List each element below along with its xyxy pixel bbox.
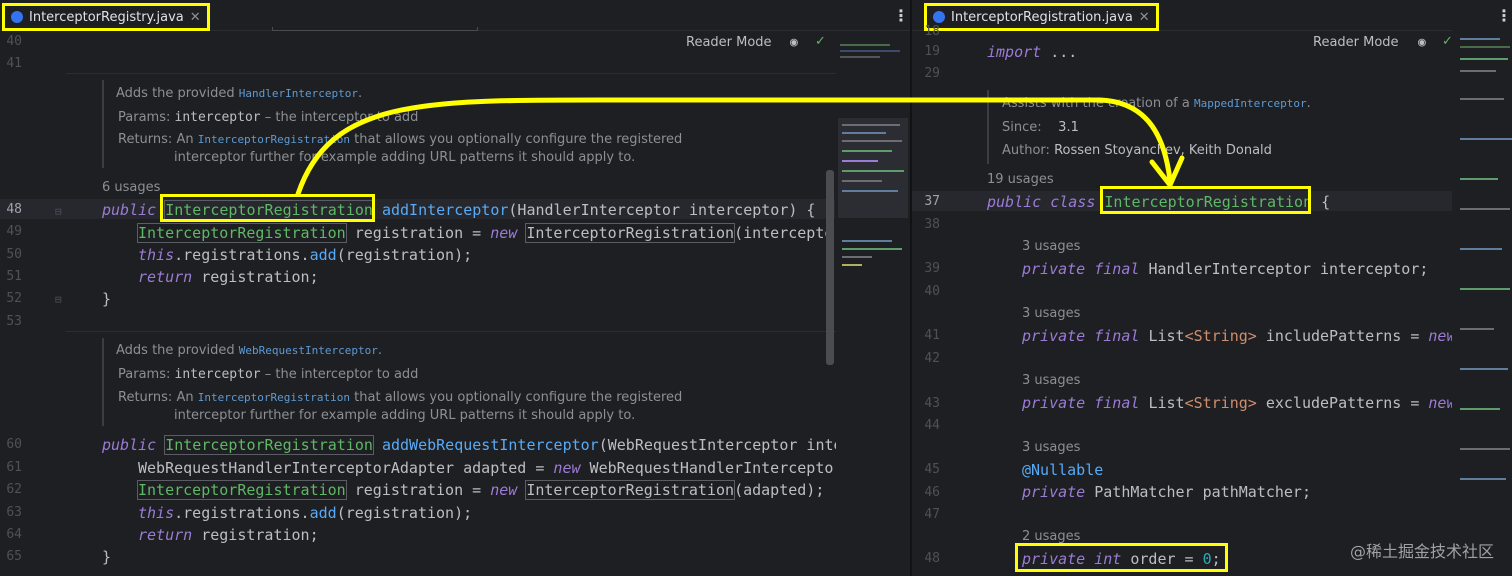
line-number: 61 xyxy=(6,460,22,475)
usages-hint[interactable]: 6 usages xyxy=(102,180,160,195)
doc-separator xyxy=(66,73,836,74)
line-number: 41 xyxy=(6,56,22,71)
line-number: 44 xyxy=(924,418,940,433)
line-number: 63 xyxy=(6,505,22,520)
code-line-51: return registration; xyxy=(138,268,319,286)
vertical-scrollbar[interactable] xyxy=(826,170,834,365)
tab-label: InterceptorRegistration.java xyxy=(951,9,1133,25)
tab-label: InterceptorRegistry.java xyxy=(29,9,184,25)
line-number: 48 xyxy=(6,202,22,217)
line-number: 42 xyxy=(924,351,940,366)
code-line-43: private final List<String> excludePatter… xyxy=(1022,394,1474,412)
close-icon[interactable]: ✕ xyxy=(190,10,201,25)
left-editor-pane: InterceptorRegistry.java ✕ ⋮ Reader Mode… xyxy=(0,0,910,576)
right-editor-pane: InterceptorRegistration.java ✕ ⋮ Reader … xyxy=(912,0,1512,576)
line-number: 49 xyxy=(6,224,22,239)
more-options-icon[interactable]: ⋮ xyxy=(1496,6,1512,25)
line-number: 43 xyxy=(924,396,940,411)
java-file-icon xyxy=(11,11,23,23)
minimap[interactable] xyxy=(1452,28,1512,576)
line-number: 40 xyxy=(924,284,940,299)
doc-params: Params: interceptor – the interceptor to… xyxy=(118,110,419,125)
tab-interceptor-registration[interactable]: InterceptorRegistration.java ✕ xyxy=(924,3,1159,31)
reader-mode-toggle[interactable]: Reader Mode xyxy=(1313,35,1399,50)
code-line-65: } xyxy=(102,548,112,566)
usages-hint[interactable]: 2 usages xyxy=(1022,529,1080,544)
code-line-63: this.registrations.add(registration); xyxy=(138,504,473,522)
doc-separator xyxy=(66,331,836,332)
code-line-62: InterceptorRegistration registration = n… xyxy=(137,480,825,500)
line-number: 45 xyxy=(924,462,940,477)
doc-returns: Returns: An InterceptorRegistration that… xyxy=(118,132,683,147)
highlight-order-field xyxy=(1015,543,1228,572)
line-number: 38 xyxy=(924,217,940,232)
doc-params: Params: interceptor – the interceptor to… xyxy=(118,367,419,382)
right-tab-bar: InterceptorRegistration.java ✕ ⋮ xyxy=(912,0,1512,31)
code-line-61: WebRequestHandlerInterceptorAdapter adap… xyxy=(138,459,843,477)
doc-returns: Returns: An InterceptorRegistration that… xyxy=(118,390,683,405)
eye-off-icon[interactable]: ◉ xyxy=(1418,35,1426,50)
doc-summary: Assists with the creation of a MappedInt… xyxy=(1002,96,1311,111)
code-line-41: private final List<String> includePatter… xyxy=(1022,327,1474,345)
doc-since: Since: 3.1 xyxy=(1002,120,1079,135)
usages-hint[interactable]: 3 usages xyxy=(1022,440,1080,455)
code-line-52: } xyxy=(102,290,112,308)
code-line-60: public InterceptorRegistration addWebReq… xyxy=(102,435,843,455)
doc-border xyxy=(102,338,104,426)
breadcrumb-popup-edge xyxy=(272,27,478,31)
line-number: 53 xyxy=(6,314,22,329)
doc-returns-line2: interceptor further for example adding U… xyxy=(174,150,636,165)
line-number: 29 xyxy=(924,66,940,81)
line-number: 19 xyxy=(924,44,940,59)
line-number: 62 xyxy=(6,482,22,497)
java-file-icon xyxy=(933,11,945,23)
minimap[interactable] xyxy=(836,40,910,570)
code-import: import ... xyxy=(987,43,1078,61)
line-number: 48 xyxy=(924,551,940,566)
line-number: 40 xyxy=(6,34,22,49)
close-icon[interactable]: ✕ xyxy=(1139,10,1150,25)
fold-icon[interactable]: ⊟ xyxy=(55,205,62,218)
eye-off-icon[interactable]: ◉ xyxy=(790,35,798,50)
doc-summary: Adds the provided WebRequestInterceptor. xyxy=(116,343,382,358)
doc-returns-line2: interceptor further for example adding U… xyxy=(174,408,636,423)
tab-interceptor-registry[interactable]: InterceptorRegistry.java ✕ xyxy=(2,3,210,31)
line-number: 51 xyxy=(6,269,22,284)
fold-icon[interactable]: ⊟ xyxy=(55,293,62,306)
doc-border xyxy=(987,90,989,164)
code-line-49: InterceptorRegistration registration = n… xyxy=(137,223,843,243)
line-number: 65 xyxy=(6,549,22,564)
usages-hint[interactable]: 3 usages xyxy=(1022,373,1080,388)
line-number: 64 xyxy=(6,527,22,542)
usages-hint[interactable]: 3 usages xyxy=(1022,239,1080,254)
usages-hint[interactable]: 3 usages xyxy=(1022,306,1080,321)
line-number: 18 xyxy=(924,24,940,39)
more-options-icon[interactable]: ⋮ xyxy=(893,6,909,25)
watermark: @稀土掘金技术社区 xyxy=(1349,542,1494,561)
line-number: 47 xyxy=(924,507,940,522)
code-line-39: private final HandlerInterceptor interce… xyxy=(1022,260,1429,278)
code-line-64: return registration; xyxy=(138,526,319,544)
line-number: 37 xyxy=(924,194,940,209)
usages-hint[interactable]: 19 usages xyxy=(987,172,1054,187)
line-number: 60 xyxy=(6,437,22,452)
line-number: 50 xyxy=(6,247,22,262)
line-number: 46 xyxy=(924,485,940,500)
doc-summary: Adds the provided HandlerInterceptor. xyxy=(116,86,363,101)
code-line-45: @Nullable xyxy=(1022,461,1104,479)
highlight-return-type xyxy=(160,194,375,222)
highlight-class-name xyxy=(1100,186,1311,214)
code-line-50: this.registrations.add(registration); xyxy=(138,246,473,264)
line-number: 41 xyxy=(924,328,940,343)
line-number: 39 xyxy=(924,261,940,276)
doc-border xyxy=(102,80,104,168)
doc-author: Author: Rossen Stoyanchev, Keith Donald xyxy=(1002,143,1272,158)
checkmark-icon: ✓ xyxy=(815,34,826,49)
code-line-46: private PathMatcher pathMatcher; xyxy=(1022,483,1311,501)
line-number: 52 xyxy=(6,291,22,306)
reader-mode-toggle[interactable]: Reader Mode xyxy=(686,35,772,50)
